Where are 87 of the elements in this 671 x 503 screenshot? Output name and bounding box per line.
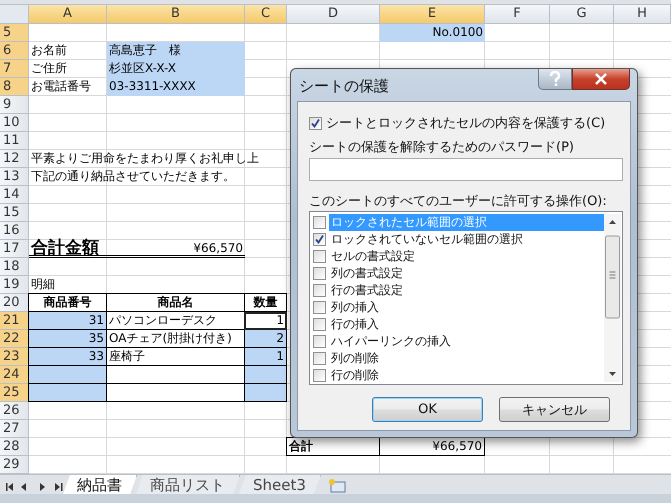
row-header[interactable]: 7 <box>0 60 29 78</box>
password-field[interactable] <box>309 158 623 181</box>
list-item[interactable]: 行の削除 <box>329 367 381 384</box>
permissions-label: このシートのすべてのユーザーに許可する操作(O): <box>309 193 608 210</box>
list-item[interactable]: 列の削除 <box>329 350 381 367</box>
list-item[interactable]: 列の書式設定 <box>329 265 405 282</box>
table-cell-text: お電話番号 <box>30 78 92 95</box>
row-header[interactable]: 25 <box>0 384 29 402</box>
list-item[interactable]: ハイパーリンクの挿入 <box>329 333 453 350</box>
row-header[interactable]: 14 <box>0 186 29 204</box>
checkbox[interactable] <box>313 267 326 280</box>
checkbox[interactable] <box>313 335 326 348</box>
row-header[interactable]: 11 <box>0 132 29 150</box>
insert-sheet-icon[interactable] <box>326 478 347 494</box>
row-header[interactable]: 22 <box>0 330 29 348</box>
column-header[interactable]: B <box>107 5 245 24</box>
row-header[interactable]: 5 <box>0 24 29 42</box>
table-cell: ¥66,570 <box>107 240 245 258</box>
dialog-title: シートの保護 <box>299 77 389 96</box>
column-header[interactable]: D <box>287 5 380 24</box>
column-header[interactable]: C <box>245 5 287 24</box>
checkbox[interactable] <box>313 216 326 229</box>
table-cell: 2 <box>244 330 287 348</box>
checkbox[interactable] <box>313 301 326 314</box>
column-header[interactable]: A <box>29 5 107 24</box>
table-cell: 数量 <box>244 293 287 312</box>
column-header[interactable]: F <box>485 5 550 24</box>
row-header[interactable]: 20 <box>0 294 29 312</box>
row-header[interactable]: 24 <box>0 366 29 384</box>
column-header[interactable]: H <box>614 5 671 24</box>
row-header[interactable]: 27 <box>0 420 29 438</box>
sheet-tab[interactable]: Sheet3 <box>238 475 321 496</box>
table-cell: 杉並区X-X-X <box>107 60 245 78</box>
table-cell: 03-3311-XXXX <box>107 78 245 96</box>
row-header[interactable]: 13 <box>0 168 29 186</box>
row-header[interactable]: 9 <box>0 96 29 114</box>
table-cell-text: お名前 <box>30 42 68 59</box>
close-button[interactable] <box>572 69 630 90</box>
row-header[interactable]: 17 <box>0 240 29 258</box>
table-cell: 1 <box>244 348 287 366</box>
question-mark-icon <box>549 71 561 87</box>
table-cell: 商品名 <box>106 293 245 312</box>
password-label: シートの保護を解除するためのパスワード(P) <box>309 139 575 156</box>
table-cell: 35 <box>28 330 107 348</box>
checkbox[interactable] <box>313 233 326 246</box>
close-icon <box>594 73 608 85</box>
table-cell-text: 平素よりご用命をたまわり厚くお礼申し上 <box>30 150 260 167</box>
ok-button[interactable]: OK <box>372 397 483 422</box>
row-header[interactable]: 28 <box>0 438 29 456</box>
scrollbar[interactable] <box>604 214 621 382</box>
table-cell: パソコンローデスク <box>106 312 245 330</box>
checkbox[interactable] <box>313 250 326 263</box>
table-cell: 1 <box>244 312 287 330</box>
list-item[interactable]: 列の挿入 <box>329 299 381 316</box>
table-cell-text: 明細 <box>30 276 56 293</box>
row-header[interactable]: 10 <box>0 114 29 132</box>
column-header[interactable]: G <box>550 5 614 24</box>
row-header[interactable]: 19 <box>0 276 29 294</box>
row-header[interactable]: 26 <box>0 402 29 420</box>
table-cell-text: 下記の通り納品させていただきます。 <box>30 168 236 185</box>
checkbox[interactable] <box>313 352 326 365</box>
row-header[interactable]: 8 <box>0 78 29 96</box>
table-cell-text: ご住所 <box>30 60 68 77</box>
checkbox-label[interactable]: シートとロックされたセルの内容を保護する(C) <box>326 114 606 132</box>
list-item[interactable]: 行の書式設定 <box>329 282 405 299</box>
checkbox[interactable] <box>313 284 326 297</box>
table-cell: No.0100 <box>380 24 485 42</box>
list-item[interactable]: セルの書式設定 <box>329 248 417 265</box>
checkbox[interactable] <box>313 369 326 382</box>
column-header[interactable]: E <box>380 5 485 24</box>
help-button[interactable] <box>538 69 572 90</box>
table-cell: 高島恵子 様 <box>107 42 245 60</box>
checkbox[interactable] <box>313 318 326 331</box>
list-item[interactable]: 行の挿入 <box>329 316 381 333</box>
row-header[interactable]: 23 <box>0 348 29 366</box>
row-header[interactable]: 6 <box>0 42 29 60</box>
cancel-button[interactable]: キャンセル <box>499 397 610 422</box>
row-header[interactable]: 21 <box>0 312 29 330</box>
row-header[interactable]: 29 <box>0 456 29 474</box>
checkbox[interactable] <box>309 116 322 130</box>
table-cell: 31 <box>28 312 107 330</box>
row-header[interactable]: 16 <box>0 222 29 240</box>
row-header[interactable]: 15 <box>0 204 29 222</box>
row-header[interactable]: 12 <box>0 150 29 168</box>
table-cell: 33 <box>28 348 107 366</box>
row-header[interactable]: 18 <box>0 258 29 276</box>
list-item[interactable]: ロックされていないセル範囲の選択 <box>329 231 525 248</box>
